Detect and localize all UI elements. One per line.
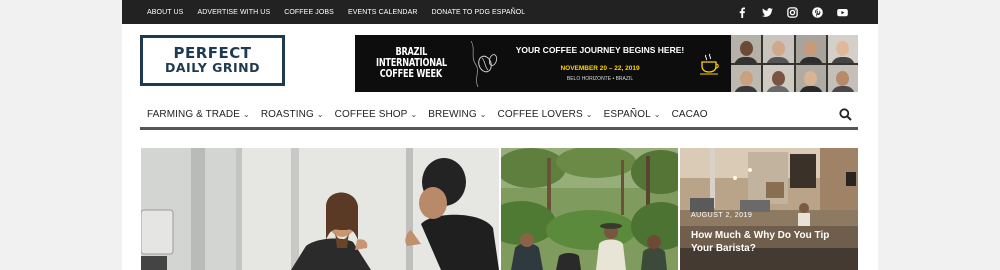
speaker-photo bbox=[763, 35, 794, 63]
category-label: BREWING bbox=[428, 109, 477, 120]
category-label: COFFEE SHOP bbox=[334, 109, 408, 120]
category-coffee-shop[interactable]: COFFEE SHOP ⌄ bbox=[335, 109, 418, 120]
top-nav-coffee-jobs[interactable]: COFFEE JOBS bbox=[284, 9, 334, 16]
speaker-photo bbox=[827, 64, 858, 92]
chevron-down-icon: ⌄ bbox=[316, 110, 324, 119]
feature-image-baristas bbox=[141, 148, 499, 270]
speaker-photo bbox=[731, 35, 762, 63]
top-nav-advertise[interactable]: ADVERTISE WITH US bbox=[197, 9, 270, 16]
category-coffee-lovers[interactable]: COFFEE LOVERS ⌄ bbox=[498, 109, 593, 120]
category-label: ESPAÑOL bbox=[603, 109, 651, 120]
banner-event-name: BRAZIL INTERNATIONAL COFFEE WEEK bbox=[355, 35, 467, 92]
speaker-photo bbox=[763, 64, 794, 92]
category-español[interactable]: ESPAÑOL ⌄ bbox=[604, 109, 661, 120]
page-content: PERFECT DAILY GRIND BRAZIL INTERNATIONAL… bbox=[122, 24, 878, 270]
banner-text: YOUR COFFEE JOURNEY BEGINS HERE! NOVEMBE… bbox=[505, 35, 695, 92]
top-bar: ABOUT US ADVERTISE WITH US COFFEE JOBS E… bbox=[122, 0, 878, 24]
category-label: FARMING & TRADE bbox=[147, 109, 240, 120]
category-brewing[interactable]: BREWING ⌄ bbox=[428, 109, 486, 120]
banner-ad[interactable]: BRAZIL INTERNATIONAL COFFEE WEEK YOUR CO… bbox=[355, 35, 858, 92]
coffee-cup-icon bbox=[700, 53, 719, 75]
category-roasting[interactable]: ROASTING ⌄ bbox=[261, 109, 324, 120]
top-nav-donate[interactable]: DONATE TO PDG ESPAÑOL bbox=[432, 9, 526, 16]
speaker-photo bbox=[731, 64, 762, 92]
category-farming-trade[interactable]: FARMING & TRADE ⌄ bbox=[147, 109, 250, 120]
banner-headline: YOUR COFFEE JOURNEY BEGINS HERE! bbox=[515, 45, 685, 55]
chevron-down-icon: ⌄ bbox=[410, 110, 418, 119]
chevron-down-icon: ⌄ bbox=[479, 110, 487, 119]
top-nav-events-calendar[interactable]: EVENTS CALENDAR bbox=[348, 9, 418, 16]
banner-speaker-photos bbox=[731, 35, 858, 92]
banner-location: BELO HORIZONTE • BRAZIL bbox=[566, 76, 634, 82]
feature-tile-3[interactable]: AUGUST 2, 2019 How Much & Why Do You Tip… bbox=[680, 148, 858, 270]
coffee-bean-icon bbox=[470, 40, 498, 88]
category-nav: FARMING & TRADE ⌄ ROASTING ⌄ COFFEE SHOP ⌄ BRE… bbox=[140, 102, 858, 130]
facebook-icon[interactable] bbox=[737, 6, 748, 18]
category-label: ROASTING bbox=[260, 109, 314, 120]
logo-line-1: PERFECT bbox=[173, 44, 252, 62]
feature-tile-2[interactable] bbox=[501, 148, 678, 270]
feature-tile-1[interactable] bbox=[141, 148, 499, 270]
speaker-photo bbox=[795, 35, 826, 63]
logo-line-2: DAILY GRIND bbox=[165, 60, 260, 75]
twitter-icon[interactable] bbox=[762, 7, 773, 18]
chevron-down-icon: ⌄ bbox=[653, 110, 661, 119]
category-label: COFFEE LOVERS bbox=[497, 109, 583, 120]
pinterest-icon[interactable] bbox=[812, 6, 823, 18]
article-date: AUGUST 2, 2019 bbox=[691, 212, 753, 219]
category-list: FARMING & TRADE ⌄ ROASTING ⌄ COFFEE SHOP ⌄ BRE… bbox=[147, 102, 708, 127]
social-links bbox=[737, 0, 848, 24]
speaker-photo bbox=[795, 64, 826, 92]
chevron-down-icon: ⌄ bbox=[585, 110, 593, 119]
category-label: CACAO bbox=[671, 109, 708, 120]
youtube-icon[interactable] bbox=[837, 7, 848, 18]
chevron-down-icon: ⌄ bbox=[243, 110, 250, 119]
search-icon[interactable] bbox=[839, 108, 852, 121]
top-nav-about-us[interactable]: ABOUT US bbox=[147, 9, 183, 16]
category-cacao[interactable]: CACAO bbox=[672, 109, 708, 120]
top-nav: ABOUT US ADVERTISE WITH US COFFEE JOBS E… bbox=[147, 0, 525, 24]
banner-dates: NOVEMBER 20 – 22, 2019 bbox=[560, 65, 640, 72]
speaker-photo bbox=[827, 35, 858, 63]
instagram-icon[interactable] bbox=[787, 6, 798, 18]
site-logo[interactable]: PERFECT DAILY GRIND bbox=[140, 35, 285, 86]
feature-image-coffee-farm bbox=[501, 148, 678, 270]
banner-event-line: COFFEE WEEK bbox=[379, 68, 443, 80]
article-title[interactable]: How Much & Why Do You Tip Your Barista? bbox=[691, 229, 851, 255]
